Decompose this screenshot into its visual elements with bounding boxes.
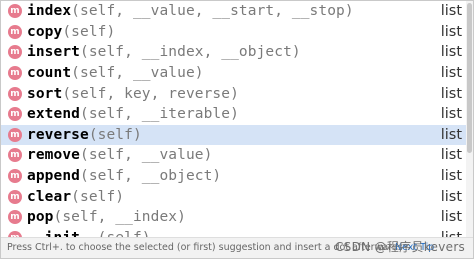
completion-item-index[interactable]: m index(self, __value, __start, __stop) li…	[1, 1, 466, 22]
scrollbar-thumb[interactable]	[467, 3, 472, 153]
owner-type: list	[440, 209, 462, 226]
completion-signature: reverse(self)	[27, 127, 142, 143]
method-name: extend	[27, 106, 80, 123]
completion-item-clear[interactable]: m clear(self) list	[1, 186, 466, 207]
method-icon: m	[8, 86, 22, 101]
method-name: reverse	[27, 126, 89, 143]
completion-item-remove[interactable]: m remove(self, __value) list	[1, 145, 466, 166]
owner-type: list	[440, 106, 462, 123]
method-icon: m	[8, 127, 22, 142]
method-params: (self, __value)	[71, 65, 204, 82]
completion-footer: Press Ctrl+. to choose the selected (or …	[1, 237, 473, 258]
owner-type: list	[440, 85, 462, 102]
owner-type: list	[440, 65, 462, 82]
completion-item-extend[interactable]: m extend(self, __iterable) list	[1, 104, 466, 125]
method-name: clear	[27, 188, 72, 205]
completion-signature: clear(self)	[27, 189, 124, 205]
method-params: (self, __iterable)	[79, 106, 239, 123]
method-icon: m	[8, 45, 22, 60]
method-icon: m	[8, 148, 22, 163]
method-name: sort	[27, 85, 63, 102]
completion-item-count[interactable]: m count(self, __value) list	[1, 63, 466, 84]
owner-type: list	[440, 168, 462, 185]
method-icon: m	[8, 169, 22, 184]
completion-item-copy[interactable]: m copy(self) list	[1, 22, 466, 43]
completion-item-reverse[interactable]: m reverse(self) list	[1, 124, 466, 146]
method-params: (self)	[88, 126, 142, 143]
completion-signature: extend(self, __iterable)	[27, 106, 239, 122]
completion-signature: pop(self, __index)	[27, 209, 186, 225]
completion-signature: copy(self)	[27, 24, 115, 40]
scrollbar[interactable]	[466, 1, 473, 238]
completion-item-sort[interactable]: m sort(self, key, reverse) list	[1, 83, 466, 104]
completion-signature: append(self, __object)	[27, 168, 221, 184]
owner-type: list	[440, 147, 462, 164]
method-icon: m	[8, 210, 22, 225]
owner-type: list	[440, 188, 462, 205]
method-params: (self, key, reverse)	[62, 85, 239, 102]
method-name: remove	[27, 147, 80, 164]
completion-list: m index(self, __value, __start, __stop) li…	[1, 1, 466, 238]
owner-type: list	[440, 3, 462, 20]
method-name: pop	[27, 209, 54, 226]
method-name: index	[27, 3, 72, 20]
completion-signature: remove(self, __value)	[27, 147, 212, 163]
completion-item-append[interactable]: m append(self, __object) list	[1, 166, 466, 187]
owner-type: list	[440, 23, 462, 40]
completion-signature: index(self, __value, __start, __stop)	[27, 3, 354, 19]
owner-type: list	[440, 126, 462, 143]
method-params: (self, __index, __object)	[79, 44, 301, 61]
completion-item-pop[interactable]: m pop(self, __index) list	[1, 207, 466, 228]
method-icon: m	[8, 24, 22, 39]
completion-item-insert[interactable]: m insert(self, __index, __object) list	[1, 42, 466, 63]
method-params: (self, __index)	[53, 209, 186, 226]
method-name: copy	[27, 23, 63, 40]
method-params: (self, __value, __start, __stop)	[71, 3, 354, 20]
watermark: CSDN @程序员kevers	[335, 240, 466, 254]
method-icon: m	[8, 4, 22, 19]
owner-type: list	[440, 44, 462, 61]
method-name: count	[27, 65, 72, 82]
completion-signature: sort(self, key, reverse)	[27, 86, 239, 102]
method-params: (self, __value)	[79, 147, 213, 164]
method-params: (self)	[62, 23, 116, 40]
method-params: (self, __object)	[79, 168, 222, 185]
method-params: (self)	[71, 188, 125, 205]
completion-signature: count(self, __value)	[27, 65, 204, 81]
method-icon: m	[8, 189, 22, 204]
method-icon: m	[8, 107, 22, 122]
method-name: insert	[27, 44, 80, 61]
completion-popup: m index(self, __value, __start, __stop) li…	[0, 0, 474, 259]
method-icon: m	[8, 66, 22, 81]
completion-signature: insert(self, __index, __object)	[27, 44, 301, 60]
method-name: append	[27, 168, 80, 185]
